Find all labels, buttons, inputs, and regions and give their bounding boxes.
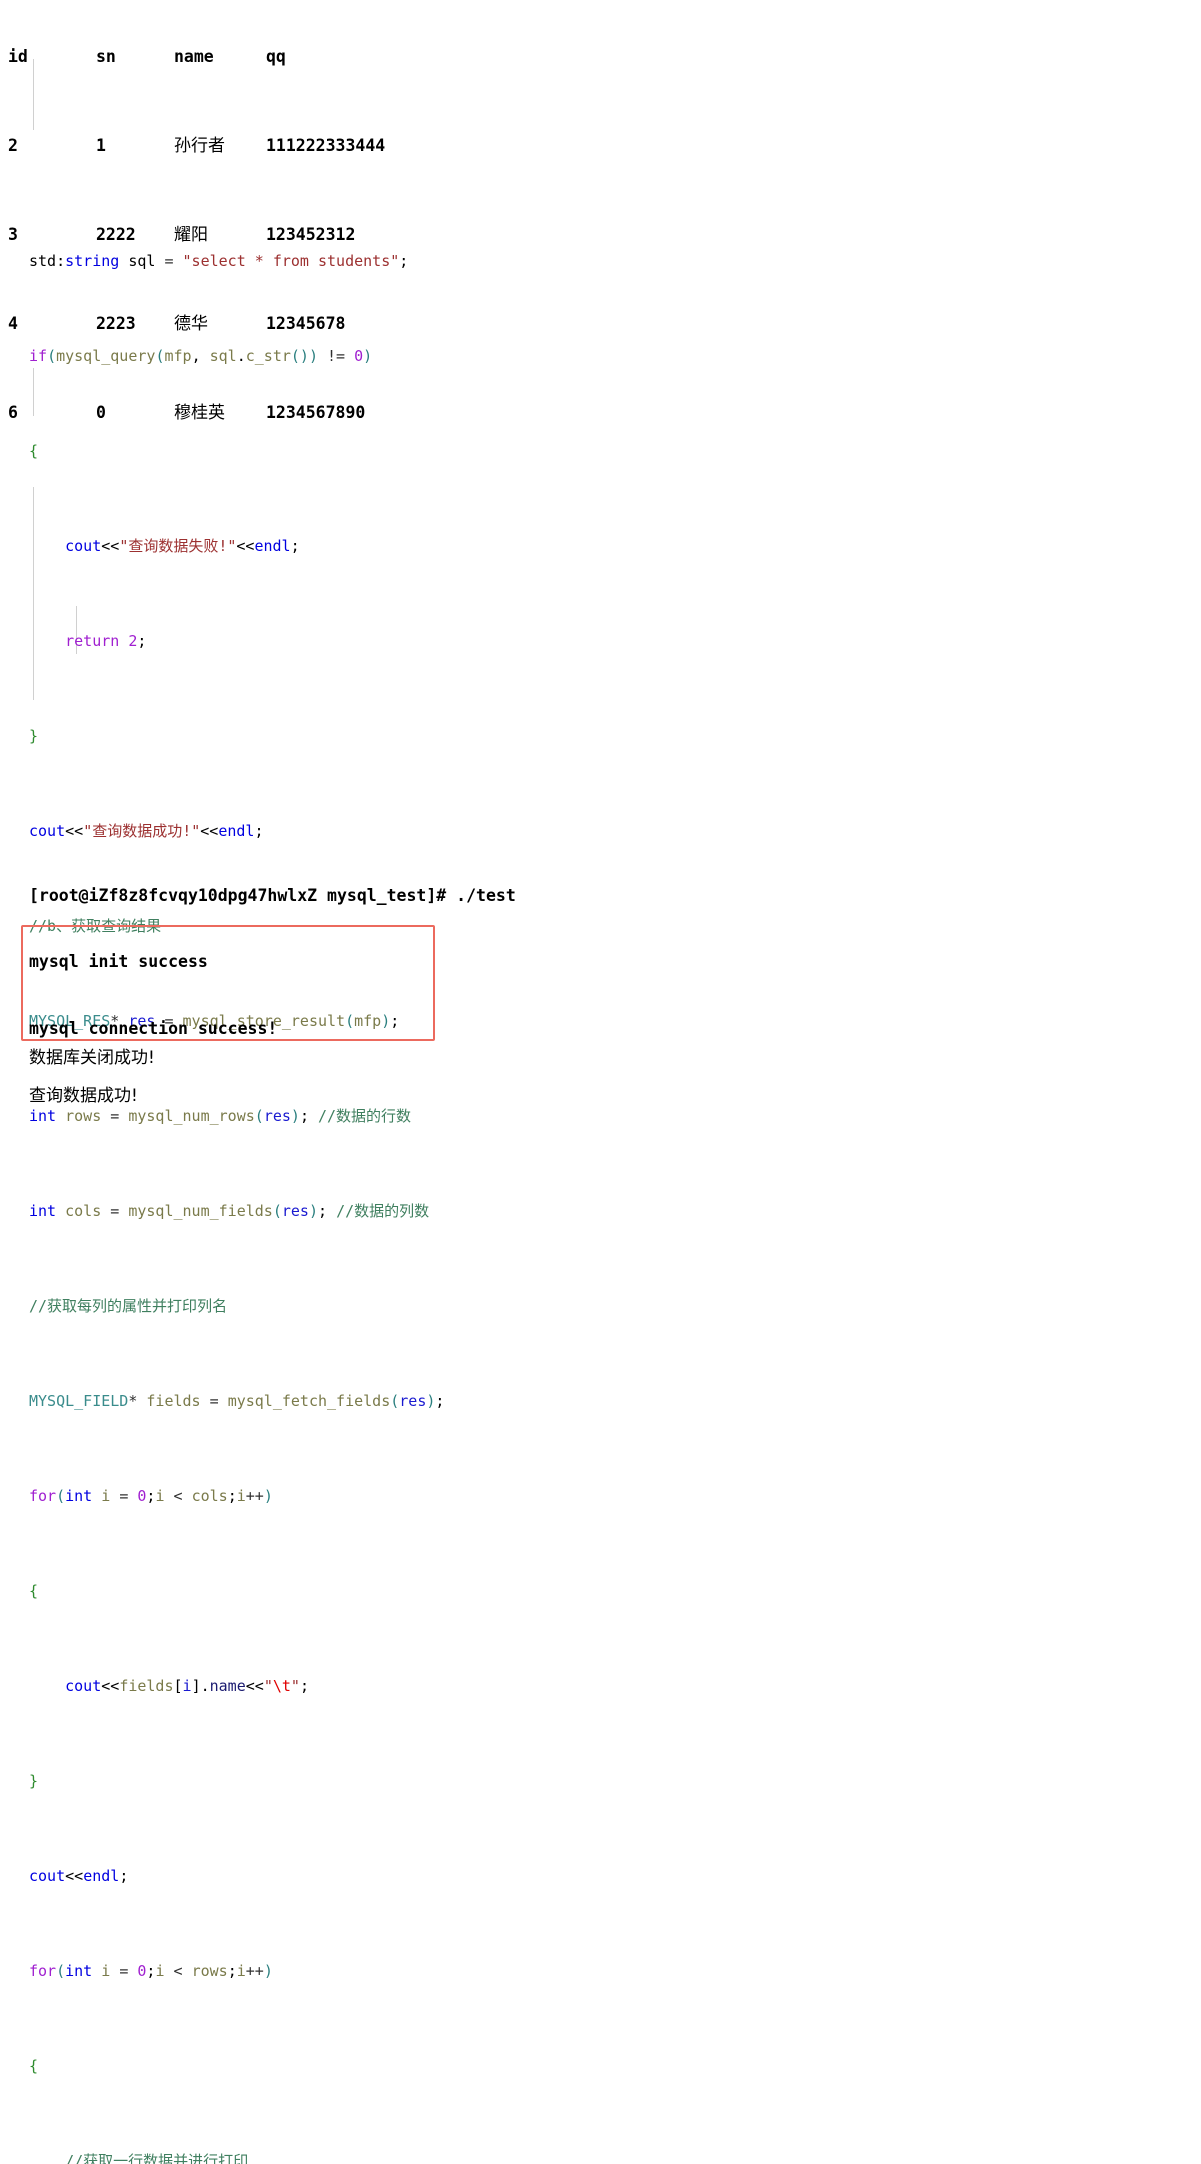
cell-name: 孙行者 xyxy=(174,135,225,156)
code-line: cout<<endl; xyxy=(29,1866,129,1885)
cell-id: 6 xyxy=(8,403,18,423)
code-comment-line: //获取每列的属性并打印列名 xyxy=(29,1296,228,1315)
table-row: 4 2223 德华 12345678 xyxy=(8,313,416,335)
code-line: int cols = mysql_num_fields(res); //数据的列… xyxy=(29,1201,430,1220)
table-header-row: id sn name qq xyxy=(8,46,416,68)
code-line: } xyxy=(29,1771,39,1790)
terminal-prompt-line: [root@iZf8z8fcvqy10dpg47hwlxZ mysql_test… xyxy=(29,885,516,905)
cell-name: 穆桂英 xyxy=(174,403,225,424)
cell-id: 4 xyxy=(8,314,18,334)
code-line: cout<<fields[i].name<<"\t"; xyxy=(65,1676,309,1695)
terminal-closing-line: 数据库关闭成功! xyxy=(29,1048,155,1068)
code-comment-line: //获取一行数据并进行打印 xyxy=(65,2151,249,2164)
cell-sn: 2223 xyxy=(96,314,136,334)
code-line: { xyxy=(29,1581,39,1600)
table-header-name: name xyxy=(174,46,214,66)
code-line: cout<<"查询数据失败!"<<endl; xyxy=(65,536,300,555)
indent-guide-level1c xyxy=(33,487,34,700)
cell-qq: 123452312 xyxy=(266,224,356,244)
table-header-sn: sn xyxy=(96,46,116,66)
cell-name: 耀阳 xyxy=(174,224,208,245)
code-line: for(int i = 0;i < cols;i++) xyxy=(29,1486,273,1505)
cell-name: 德华 xyxy=(174,314,208,335)
code-line: { xyxy=(29,2056,39,2075)
cell-sn: 2222 xyxy=(96,224,136,244)
result-highlight-box xyxy=(21,925,435,1041)
cell-qq: 12345678 xyxy=(266,314,346,334)
table-row: 3 2222 耀阳 123452312 xyxy=(8,224,416,246)
terminal-query-success-line: 查询数据成功! xyxy=(29,1086,138,1107)
cell-sn: 1 xyxy=(96,135,106,155)
code-line: for(int i = 0;i < rows;i++) xyxy=(29,1961,273,1980)
table-header-id: id xyxy=(8,46,28,66)
result-table: id sn name qq 2 1 孙行者 111222333444 3 2222 耀阳 1234… xyxy=(8,1,416,447)
table-row: 6 0 穆桂英 1234567890 xyxy=(8,402,416,424)
cell-qq: 1234567890 xyxy=(266,403,366,423)
table-header-qq: qq xyxy=(266,46,286,66)
code-line: return 2; xyxy=(65,631,147,650)
code-line: } xyxy=(29,726,39,745)
cell-id: 2 xyxy=(8,135,18,155)
cell-sn: 0 xyxy=(96,403,106,423)
cell-qq: 111222333444 xyxy=(266,135,386,155)
code-line: MYSQL_FIELD* fields = mysql_fetch_fields… xyxy=(29,1391,445,1410)
table-row: 2 1 孙行者 111222333444 xyxy=(8,135,416,157)
cell-id: 3 xyxy=(8,224,18,244)
